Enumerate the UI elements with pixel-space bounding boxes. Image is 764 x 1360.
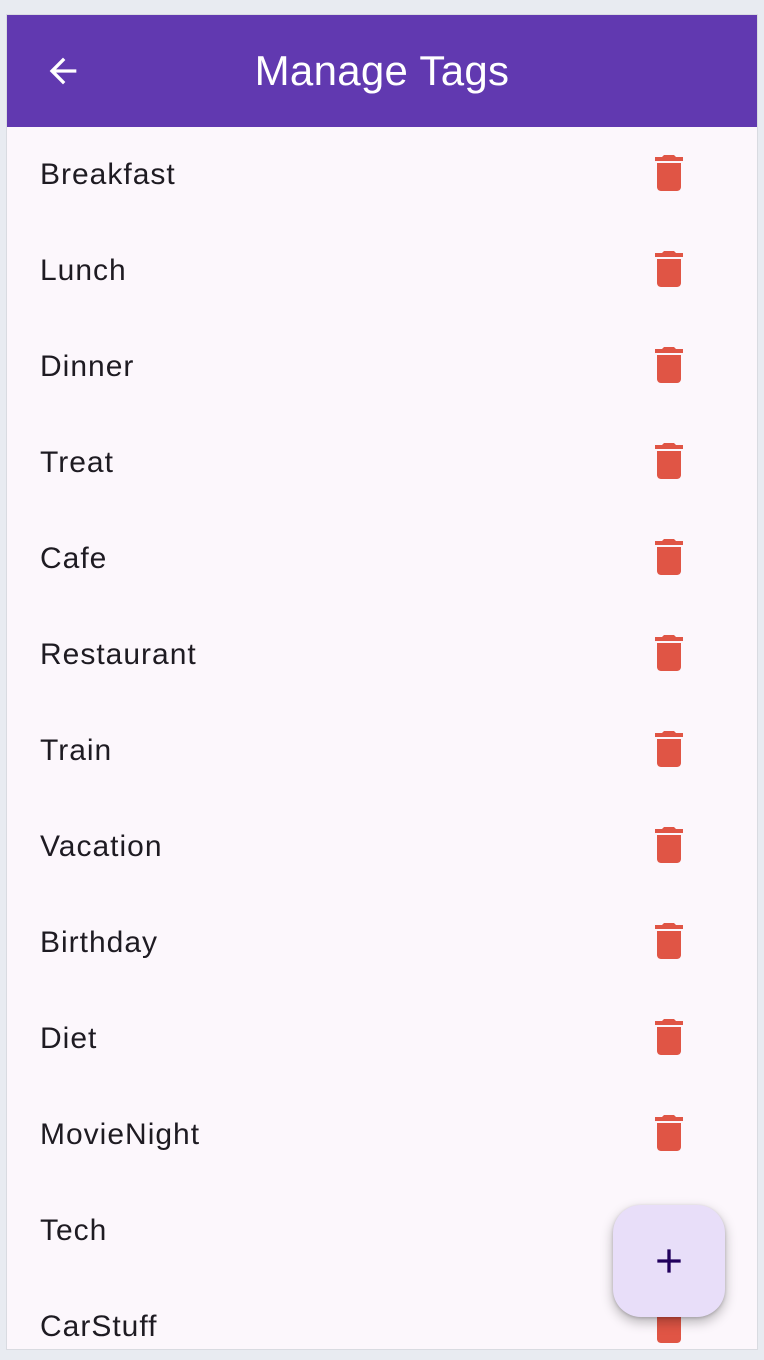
tag-list-item[interactable]: Lunch <box>7 223 757 319</box>
tag-list-item[interactable]: Restaurant <box>7 607 757 703</box>
tag-label: Cafe <box>40 542 108 575</box>
delete-icon <box>655 155 683 191</box>
tag-label: CarStuff <box>40 1310 158 1343</box>
delete-tag-button[interactable] <box>645 629 693 677</box>
tag-list-item[interactable]: Vacation <box>7 799 757 895</box>
screen: Manage Tags Breakfast Lunch Dinner Treat Caf… <box>6 14 758 1350</box>
tag-label: Lunch <box>40 254 127 287</box>
delete-icon <box>655 251 683 287</box>
arrow-left-icon <box>49 57 77 85</box>
tag-list-item[interactable]: Birthday <box>7 895 757 991</box>
delete-tag-button[interactable] <box>645 1013 693 1061</box>
plus-icon <box>657 1249 681 1273</box>
delete-icon <box>655 443 683 479</box>
delete-icon <box>655 731 683 767</box>
tag-label: Dinner <box>40 350 135 383</box>
app-bar: Manage Tags <box>7 15 757 127</box>
tag-list-item[interactable]: MovieNight <box>7 1087 757 1183</box>
tag-label: MovieNight <box>40 1118 201 1151</box>
tag-label: Tech <box>40 1214 108 1247</box>
delete-icon <box>655 1019 683 1055</box>
tag-list-item[interactable]: Treat <box>7 415 757 511</box>
delete-icon <box>655 539 683 575</box>
back-button[interactable] <box>33 41 93 101</box>
tag-list-item[interactable]: Diet <box>7 991 757 1087</box>
delete-tag-button[interactable] <box>645 533 693 581</box>
page-title: Manage Tags <box>254 47 510 94</box>
delete-icon <box>655 347 683 383</box>
delete-tag-button[interactable] <box>645 437 693 485</box>
delete-icon <box>655 923 683 959</box>
tag-list-item[interactable]: Dinner <box>7 319 757 415</box>
delete-icon <box>655 1115 683 1151</box>
add-tag-button[interactable] <box>613 1205 725 1317</box>
delete-tag-button[interactable] <box>645 245 693 293</box>
tag-list-item[interactable]: Cafe <box>7 511 757 607</box>
tag-label: Breakfast <box>40 158 176 191</box>
delete-tag-button[interactable] <box>645 341 693 389</box>
tag-label: Train <box>40 734 113 767</box>
delete-tag-button[interactable] <box>645 917 693 965</box>
tag-list: Breakfast Lunch Dinner Treat Cafe Restaurant T… <box>7 127 757 1349</box>
delete-tag-button[interactable] <box>645 149 693 197</box>
delete-tag-button[interactable] <box>645 725 693 773</box>
tag-label: Birthday <box>40 926 159 959</box>
tag-label: Treat <box>40 446 114 479</box>
delete-tag-button[interactable] <box>645 1109 693 1157</box>
delete-icon <box>655 827 683 863</box>
tag-list-item[interactable]: Train <box>7 703 757 799</box>
tag-list-item[interactable]: Breakfast <box>7 127 757 223</box>
delete-icon <box>655 635 683 671</box>
tag-label: Restaurant <box>40 638 197 671</box>
tag-label: Diet <box>40 1022 98 1055</box>
delete-tag-button[interactable] <box>645 821 693 869</box>
tag-label: Vacation <box>40 830 163 863</box>
